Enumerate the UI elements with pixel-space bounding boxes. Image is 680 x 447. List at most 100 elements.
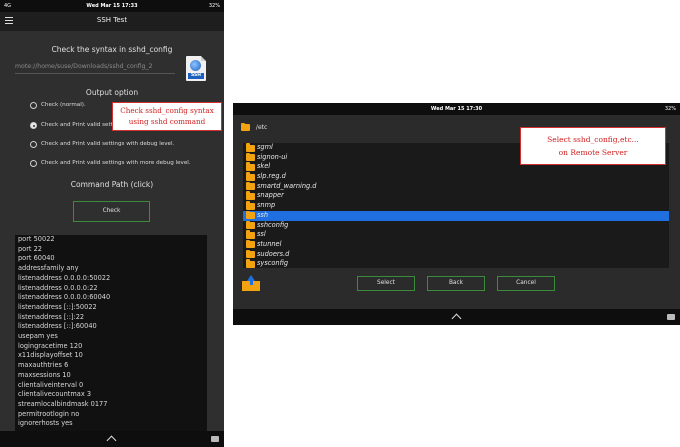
output-line: ignorerhosts yes (18, 419, 73, 428)
radio-icon (30, 102, 37, 109)
folder-row[interactable]: sudoers.d (243, 249, 669, 260)
command-path-label[interactable]: Command Path (click) (0, 180, 224, 189)
radio-icon (30, 160, 37, 167)
option-label: Check (normal). (41, 102, 86, 108)
folder-icon (246, 249, 255, 259)
output-line: listenaddress 0.0.0.0:50022 (18, 273, 111, 282)
folder-icon (246, 172, 255, 181)
output-line: logingracetime 120 (18, 341, 83, 350)
option-label: Check and Print valid settings with debu… (41, 141, 175, 147)
battery-indicator: 32% (664, 106, 676, 112)
output-console: port 50022 port 22 port 60040 addressfam… (15, 235, 207, 431)
folder-row-selected[interactable]: ssh (243, 210, 669, 221)
folder-row[interactable]: slp.reg.d (243, 172, 669, 182)
cancel-button[interactable]: Cancel (497, 276, 555, 291)
keyboard-icon[interactable] (211, 436, 219, 442)
back-button[interactable]: Back (427, 276, 485, 291)
output-line: listenaddress 0.0.0.0:60040 (18, 293, 111, 302)
output-line: listenaddress [::]:60040 (18, 322, 97, 331)
folder-icon (246, 220, 255, 229)
status-time: Wed Mar 15 17:30 (430, 106, 483, 112)
chevron-up-icon[interactable] (451, 313, 462, 324)
option-label: Check and Print valid settings with more… (41, 160, 191, 166)
callout-line: using sshd command (128, 117, 206, 126)
status-bar: Wed Mar 15 17:30 32% (233, 103, 680, 115)
callout-line: Check sshd_config syntax (120, 106, 214, 115)
check-button[interactable]: Check (73, 201, 150, 222)
folder-row[interactable]: stunnel (243, 239, 669, 250)
output-line: usepam yes (18, 332, 58, 341)
folder-name: signon-ui (257, 152, 288, 161)
folder-name: ssl (257, 230, 266, 239)
ssh-file-icon[interactable]: SSH (186, 56, 206, 81)
folder-name: stunnel (257, 239, 282, 248)
app-title: SSH Test (96, 16, 128, 24)
select-button[interactable]: Select (357, 276, 415, 291)
folder-icon (246, 152, 255, 162)
output-option-header: Output option (85, 88, 139, 97)
output-line: listenaddress [::]:22 (18, 312, 85, 321)
folder-row[interactable]: sshconfig (243, 220, 669, 231)
chevron-up-icon[interactable] (106, 435, 117, 446)
output-line: streamlocalbindmask 0177 (18, 399, 108, 408)
output-line: maxauthtries 6 (18, 361, 69, 370)
ssh-test-screen: 4G Wed Mar 15 17:33 32% SSH Test Check t… (0, 0, 224, 447)
folder-row[interactable]: sysconfig (243, 259, 669, 268)
remote-file-picker-screen: Wed Mar 15 17:30 32% /etc sgml signon-ui… (233, 103, 680, 325)
folder-name: sshconfig (257, 220, 289, 229)
output-line: listenaddress [::]:50022 (18, 302, 97, 311)
folder-icon (246, 230, 255, 239)
syntax-header: Check the syntax in sshd_config (51, 45, 173, 54)
battery-indicator: 32% (208, 3, 220, 9)
folder-name: sudoers.d (257, 249, 290, 258)
config-path-field[interactable]: mote://home/suse/Downloads/sshd_config_2 (15, 63, 175, 74)
output-line: addressfamily any (18, 264, 79, 273)
folder-row[interactable]: ssl (243, 230, 669, 240)
output-line: clientalivecountmax 3 (18, 390, 92, 399)
folder-icon (246, 181, 255, 191)
ssh-file-icon-label: SSH (188, 73, 204, 79)
folder-icon (246, 143, 255, 152)
folder-icon (246, 191, 255, 200)
annotation-callout: Select sshd_config,etc... on Remote Serv… (520, 127, 666, 165)
callout-line: on Remote Server (558, 148, 628, 157)
annotation-callout: Check sshd_config syntax using sshd comm… (112, 102, 222, 131)
folder-name: skel (257, 162, 271, 171)
callout-line: Select sshd_config,etc... (547, 135, 639, 144)
folder-name: ssh (257, 210, 269, 219)
output-line: listenaddress 0.0.0.0:22 (18, 283, 98, 292)
radio-icon (30, 141, 37, 148)
output-line: x11displayoffset 10 (18, 351, 83, 360)
folder-icon (246, 210, 255, 220)
folder-name: snmp (257, 201, 276, 210)
nav-bar (233, 309, 680, 325)
folder-row[interactable]: smartd_warning.d (243, 181, 669, 192)
folder-icon (246, 259, 255, 268)
status-time: Wed Mar 15 17:33 (86, 3, 138, 9)
folder-row[interactable]: snmp (243, 201, 669, 211)
folder-icon (246, 201, 255, 210)
nav-bar (0, 431, 224, 447)
output-line: port 50022 (18, 235, 55, 243)
folder-name: snapper (257, 191, 284, 200)
folder-name: slp.reg.d (257, 172, 286, 181)
folder-up-icon[interactable] (242, 275, 260, 291)
output-line: maxsessions 10 (18, 370, 71, 379)
output-line: permitrootlogin no (18, 409, 80, 418)
status-bar: 4G Wed Mar 15 17:33 32% (0, 0, 224, 12)
radio-selected-icon (30, 122, 37, 129)
folder-name: smartd_warning.d (257, 181, 317, 190)
folder-icon (241, 122, 250, 131)
current-directory-path: /etc (255, 124, 268, 131)
folder-icon (246, 239, 255, 249)
folder-row[interactable]: snapper (243, 191, 669, 201)
app-titlebar: SSH Test (0, 12, 224, 31)
current-directory: /etc (241, 122, 268, 134)
screenshot-composite: 4G Wed Mar 15 17:33 32% SSH Test Check t… (0, 0, 680, 447)
output-line: port 60040 (18, 254, 55, 263)
folder-icon (246, 162, 255, 171)
folder-name: sysconfig (257, 259, 289, 268)
folder-name: sgml (257, 143, 273, 151)
keyboard-icon[interactable] (667, 314, 675, 320)
output-line: port 22 (18, 244, 43, 253)
